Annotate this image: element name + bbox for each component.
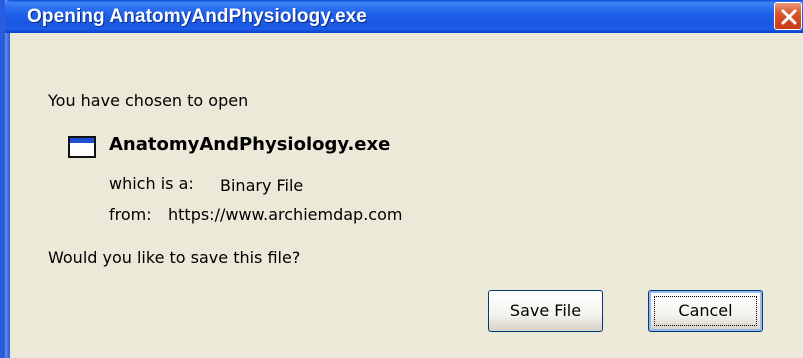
file-type-value: Binary File [220,176,304,195]
save-file-button[interactable]: Save File [488,290,603,332]
save-question: Would you like to save this file? [48,248,301,267]
close-button[interactable] [774,2,802,30]
cancel-button[interactable]: Cancel [648,290,763,332]
file-type-label: which is a: [109,174,194,193]
file-source-value: https://www.archiemdap.com [168,205,403,224]
intro-text: You have chosen to open [48,91,249,110]
cancel-button-label: Cancel [678,301,733,320]
close-icon [781,9,797,25]
dialog-window: Opening AnatomyAndPhysiology.exe You hav… [0,0,803,358]
file-source-label: from: [109,205,152,224]
title-bar[interactable]: Opening AnatomyAndPhysiology.exe [5,0,803,33]
window-title: Opening AnatomyAndPhysiology.exe [27,6,367,27]
file-name: AnatomyAndPhysiology.exe [109,134,391,155]
application-window-icon [68,136,96,158]
